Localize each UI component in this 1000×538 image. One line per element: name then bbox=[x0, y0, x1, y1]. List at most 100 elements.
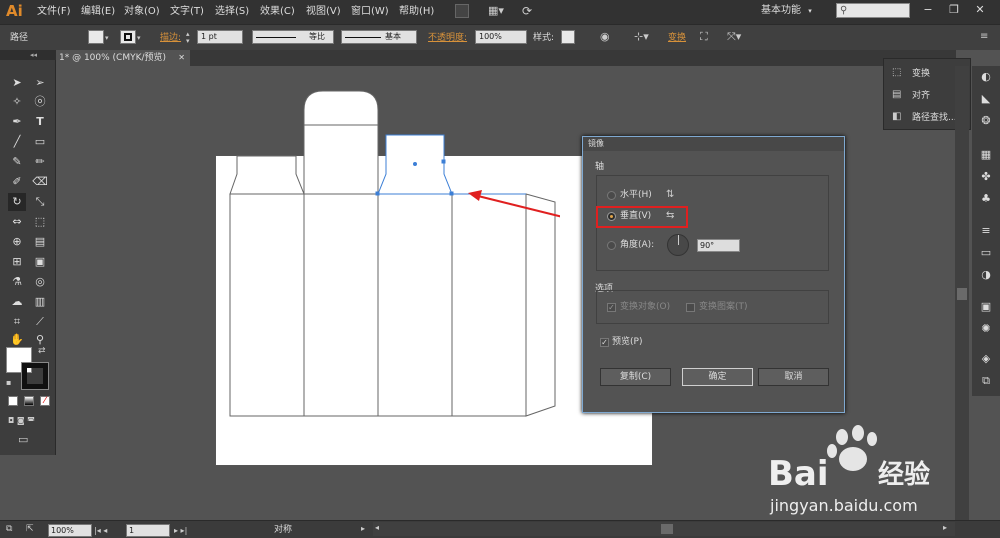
pen-tool-icon[interactable]: ✒ bbox=[8, 113, 26, 131]
dust-flap-left[interactable] bbox=[229, 155, 305, 195]
fill-swatch[interactable] bbox=[88, 30, 104, 44]
vertical-label[interactable]: 垂直(V) bbox=[620, 209, 651, 223]
stroke-stepper[interactable]: ▴ ▾ bbox=[186, 31, 196, 45]
top-tuck-flap[interactable] bbox=[303, 90, 379, 195]
sync-icon[interactable]: ⟳ bbox=[522, 3, 538, 19]
transparency-panel-icon[interactable]: ◑ bbox=[977, 266, 995, 284]
column-graph-tool-icon[interactable]: ▥ bbox=[31, 293, 49, 311]
appearance-panel-icon[interactable]: ❂ bbox=[977, 112, 995, 130]
menu-object[interactable]: 对象(O) bbox=[124, 4, 160, 20]
variable-width-profile-dropdown[interactable]: 等比 bbox=[252, 30, 334, 44]
layers-panel-icon[interactable]: ◈ bbox=[977, 350, 995, 368]
align-to-icon[interactable]: ⊹▾ bbox=[634, 30, 652, 44]
default-colors-icon[interactable]: ▪ bbox=[6, 378, 16, 388]
scroll-left-icon[interactable]: ◂ bbox=[375, 523, 385, 535]
menu-effect[interactable]: 效果(C) bbox=[260, 4, 295, 20]
gradient-mode-icon[interactable] bbox=[24, 396, 34, 406]
artboards-panel-icon[interactable]: ⧉ bbox=[977, 372, 995, 390]
chevron-down-icon[interactable]: ▾ bbox=[105, 34, 113, 42]
pencil-tool-icon[interactable]: ✏ bbox=[31, 153, 49, 171]
free-transform-tool-icon[interactable]: ⬚ bbox=[31, 213, 49, 231]
shape-builder-tool-icon[interactable]: ⊕ bbox=[8, 233, 26, 251]
none-mode-icon[interactable]: ⁄ bbox=[40, 396, 50, 406]
cancel-button[interactable]: 取消 bbox=[758, 368, 829, 386]
paintbrush-tool-icon[interactable]: ✎ bbox=[8, 153, 26, 171]
transform-objects-checkbox[interactable]: ✓ bbox=[607, 303, 616, 312]
selection-tool-icon[interactable]: ➤ bbox=[8, 74, 26, 92]
color-guide-icon[interactable]: ◣ bbox=[977, 90, 995, 108]
more-options-icon[interactable]: ⤧▾ bbox=[727, 30, 747, 44]
stroke-swatch[interactable] bbox=[120, 30, 136, 44]
menu-edit[interactable]: 编辑(E) bbox=[81, 4, 115, 20]
line-tool-icon[interactable]: ╱ bbox=[8, 133, 26, 151]
image-trace-panel-icon[interactable]: ✺ bbox=[977, 320, 995, 338]
blend-tool-icon[interactable]: ◎ bbox=[31, 273, 49, 291]
panel-1[interactable] bbox=[229, 193, 305, 417]
transform-link[interactable]: 变换 bbox=[668, 31, 686, 45]
perspective-grid-tool-icon[interactable]: ▤ bbox=[31, 233, 49, 251]
status-text[interactable]: 对称 bbox=[274, 523, 334, 537]
menu-type[interactable]: 文字(T) bbox=[170, 4, 204, 20]
flyout-item-pathfinder[interactable]: 路径查找... bbox=[912, 111, 957, 125]
preview-checkbox[interactable]: ✓ bbox=[600, 338, 609, 347]
minimize-button[interactable]: − bbox=[918, 2, 938, 18]
arrange-documents-icon[interactable]: ▦▾ bbox=[488, 4, 508, 18]
mesh-tool-icon[interactable]: ⊞ bbox=[8, 253, 26, 271]
panel-collapse-handle[interactable]: ◂◂ bbox=[0, 50, 56, 60]
menu-help[interactable]: 帮助(H) bbox=[399, 4, 434, 20]
menu-select[interactable]: 选择(S) bbox=[215, 4, 249, 20]
document-tab[interactable]: 1* @ 100% (CMYK/预览) ✕ bbox=[56, 50, 190, 66]
vertical-radio[interactable] bbox=[607, 212, 616, 221]
slice-tool-icon[interactable]: ⟋ bbox=[31, 313, 49, 331]
angle-dial[interactable] bbox=[667, 234, 689, 256]
transform-patterns-checkbox[interactable] bbox=[686, 303, 695, 312]
color-panel-icon[interactable]: ◐ bbox=[977, 68, 995, 86]
panel-4[interactable] bbox=[451, 193, 527, 417]
ok-button[interactable]: 确定 bbox=[682, 368, 753, 386]
menu-window[interactable]: 窗口(W) bbox=[351, 4, 389, 20]
stroke-weight-input[interactable]: 1 pt bbox=[197, 30, 243, 44]
horizontal-scroll-thumb[interactable] bbox=[661, 524, 673, 534]
open-document-icon[interactable]: ⇱ bbox=[26, 524, 40, 536]
menu-view[interactable]: 视图(V) bbox=[306, 4, 341, 20]
close-icon[interactable]: ✕ bbox=[178, 50, 185, 66]
gradient-tool-icon[interactable]: ▣ bbox=[31, 253, 49, 271]
gradient-panel-icon[interactable]: ▭ bbox=[977, 244, 995, 262]
eraser-tool-icon[interactable]: ⌫ bbox=[31, 173, 49, 191]
panel-menu-icon[interactable]: ≡ bbox=[980, 31, 994, 45]
type-tool-icon[interactable]: T bbox=[31, 113, 49, 131]
magic-wand-tool-icon[interactable]: ✧ bbox=[8, 93, 26, 111]
symbol-sprayer-tool-icon[interactable]: ☁ bbox=[8, 293, 26, 311]
scale-tool-icon[interactable]: ⤡ bbox=[31, 193, 49, 211]
maximize-button[interactable]: ❐ bbox=[944, 2, 964, 18]
navigator-icon[interactable]: ⧉ bbox=[6, 524, 18, 536]
swatches-panel-icon[interactable]: ▦ bbox=[977, 146, 995, 164]
copy-button[interactable]: 复制(C) bbox=[600, 368, 671, 386]
zoom-level-input[interactable]: 100% bbox=[48, 524, 92, 537]
angle-label[interactable]: 角度(A): bbox=[620, 238, 654, 252]
scroll-right-icon[interactable]: ▸ bbox=[943, 523, 953, 535]
stroke-label[interactable]: 描边: bbox=[160, 31, 181, 45]
flyout-item-transform[interactable]: 变换 bbox=[912, 67, 930, 81]
angle-radio[interactable] bbox=[607, 241, 616, 250]
symbols-panel-icon[interactable]: ♣ bbox=[977, 190, 995, 208]
width-tool-icon[interactable]: ⇔ bbox=[8, 213, 26, 231]
recolor-artwork-icon[interactable]: ◉ bbox=[600, 30, 614, 44]
brush-definition-dropdown[interactable]: 基本 bbox=[341, 30, 417, 44]
color-mode-icon[interactable] bbox=[8, 396, 18, 406]
transform-panel-icon[interactable]: ⬚ bbox=[892, 67, 904, 79]
horizontal-radio[interactable] bbox=[607, 191, 616, 200]
glue-flap[interactable] bbox=[525, 193, 556, 417]
next-last-artboard-buttons[interactable]: ▸ ▸| bbox=[174, 524, 204, 537]
screen-mode-icon[interactable]: ▭ bbox=[18, 434, 38, 446]
align-panel-icon[interactable]: ▤ bbox=[892, 89, 904, 101]
rectangle-tool-icon[interactable]: ▭ bbox=[31, 133, 49, 151]
swap-colors-icon[interactable]: ⇄ bbox=[38, 346, 48, 356]
box-dieline-artwork[interactable] bbox=[228, 88, 560, 418]
status-menu-arrow-icon[interactable]: ▸ bbox=[361, 524, 371, 536]
rotate-tool-icon[interactable]: ↻ bbox=[8, 193, 26, 211]
close-button[interactable]: ✕ bbox=[970, 2, 990, 18]
horizontal-label[interactable]: 水平(H) bbox=[620, 188, 652, 202]
first-previous-artboard-buttons[interactable]: |◂ ◂ bbox=[94, 524, 124, 537]
horizontal-scrollbar[interactable]: ◂ ▸ bbox=[373, 522, 955, 536]
